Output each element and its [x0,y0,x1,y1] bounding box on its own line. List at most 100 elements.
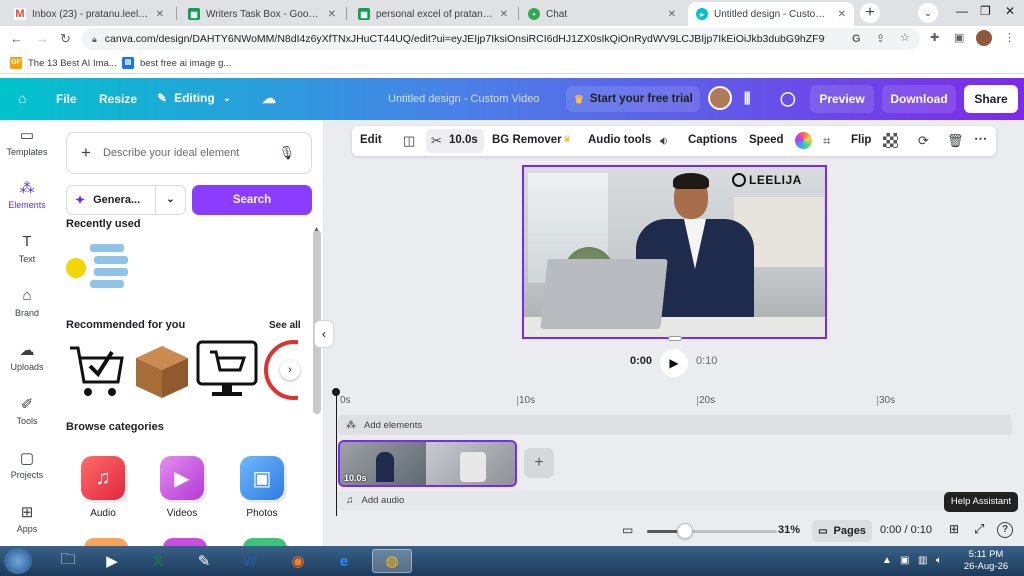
elements-track[interactable] [338,415,1012,435]
system-clock[interactable]: 5:11 PM 26-Aug-26 [956,549,1016,573]
edit-button[interactable]: Edit [360,134,382,146]
element-search-input[interactable]: + Describe your ideal element 🎙︎ [66,132,312,174]
comment-icon[interactable]: ◯ [780,90,796,107]
share-page-icon[interactable]: ⇪ [876,32,885,45]
word-icon[interactable]: W [232,549,268,573]
close-icon[interactable]: ✕ [838,9,846,20]
profile-avatar[interactable] [976,30,992,46]
notes-icon[interactable]: ▭ [622,523,633,537]
excel-icon[interactable]: X [140,549,176,573]
user-avatar[interactable] [708,86,732,110]
side-panel-icon[interactable]: ▣ [954,31,964,44]
file-explorer-icon[interactable]: 🗀︎ [50,549,86,573]
close-icon[interactable]: ✕ [328,9,336,20]
fullscreen-icon[interactable]: ⤢ [974,521,984,537]
new-tab-button[interactable]: + [860,3,880,23]
notes-app-icon[interactable]: ✎ [186,549,222,573]
tab-canva-design[interactable]: ▸ Untitled design - Custom Vide ✕ [688,2,854,26]
rail-item-tools[interactable]: ✐ Tools [0,395,54,426]
reload-icon[interactable]: ↻ [60,31,71,47]
captions-button[interactable]: Captions [688,134,737,146]
forward-arrow-icon[interactable]: → [36,31,49,46]
start-button[interactable] [4,548,32,574]
cloud-saved-icon[interactable]: ☁ [262,90,276,107]
rail-item-projects[interactable]: ▢ Projects [0,449,54,480]
resize-handle[interactable] [668,336,682,341]
chrome-icon[interactable]: ◍ [372,549,412,573]
bg-remover-button[interactable]: BG Remover [492,134,562,146]
search-button[interactable]: Search [192,185,312,215]
split-icon[interactable]: ◫ [403,133,415,149]
trash-icon[interactable]: 🗑︎ [947,133,964,149]
address-bar[interactable]: 🔒︎ canva.com/design/DAHTY6NWoMM/N8dI4z6y… [82,28,920,50]
minimize-icon[interactable]: — [956,4,968,18]
category-audio[interactable]: ♫ Audio [78,456,128,519]
tab-personal-excel[interactable]: ▦ personal excel of pratanu ban ✕ [350,2,516,26]
rail-item-apps[interactable]: ⊞ Apps [0,503,54,534]
scroll-up-icon[interactable]: ▲ [313,226,320,233]
home-icon[interactable]: ⌂ [18,90,26,106]
editing-menu[interactable]: ✎ Editing ⌄ [157,91,231,105]
more-icon[interactable]: ⋯ [974,131,987,147]
network-icon[interactable]: ▥ [918,555,927,566]
add-audio-button[interactable]: ♫ Add audio [346,495,404,506]
chevron-down-icon[interactable]: ⌄ [155,186,185,214]
file-menu[interactable]: File [56,92,77,106]
monitor-cart-icon[interactable] [196,340,260,402]
category-videos[interactable]: ▶ Videos [157,456,207,519]
design-canvas[interactable]: LEELIJA [522,165,827,339]
grid-view-icon[interactable]: ⊞ [949,522,959,536]
close-icon[interactable]: ✕ [500,9,508,20]
cardboard-box-icon[interactable] [132,340,192,400]
free-trial-button[interactable]: ♛ Start your free trial [566,86,700,112]
resize-menu[interactable]: Resize [99,92,137,106]
microphone-icon[interactable]: 🎙︎ [278,145,295,161]
volume-icon[interactable]: 🔉︎ [660,133,668,149]
restore-icon[interactable]: ❐ [980,4,991,18]
design-title[interactable]: Untitled design - Custom Video [388,93,539,105]
refresh-icon[interactable]: ⟳ [918,133,929,149]
add-clip-button[interactable]: + [524,448,554,478]
color-wheel-icon[interactable] [795,132,812,149]
google-icon[interactable]: G [852,33,861,45]
preview-button[interactable]: Preview [810,85,874,113]
internet-explorer-icon[interactable]: e [326,549,362,573]
media-player-icon[interactable]: ▶ [94,549,130,573]
download-button[interactable]: Download [882,85,956,113]
rail-item-elements[interactable]: ⁂ Elements [0,179,54,210]
zoom-slider[interactable] [647,530,777,533]
recent-element-thumbnail[interactable] [64,242,130,294]
close-icon[interactable]: ✕ [156,9,164,20]
see-all-link[interactable]: See all [269,320,301,331]
play-button[interactable]: ▶ [660,349,688,377]
volume-tray-icon[interactable]: 🔈︎ [936,555,942,566]
flip-button[interactable]: Flip [851,134,871,146]
crop-icon[interactable]: ⌗ [823,133,830,149]
speed-button[interactable]: Speed [749,134,784,146]
generate-dropdown[interactable]: ✦ Genera... ⌄ [66,185,186,215]
bookmark-item[interactable]: ▤ best free ai image g... [122,57,231,69]
tab-writers-task-box[interactable]: ▦ Writers Task Box - Google Shee ✕ [180,2,344,26]
help-icon[interactable]: ? [997,522,1013,538]
shopping-cart-check-icon[interactable] [66,340,126,402]
insights-icon[interactable]: ⫼ [744,90,750,107]
chevron-right-icon[interactable]: › [280,360,300,380]
audio-track[interactable] [338,491,1012,510]
add-elements-button[interactable]: ⁂ Add elements [346,420,422,431]
window-close-icon[interactable]: ✕ [1005,4,1015,18]
video-clip[interactable]: 10.0s [338,440,517,487]
extensions-icon[interactable]: ✚ [930,31,939,44]
pages-button[interactable]: ▭ Pages [812,520,872,542]
collapse-panel-button[interactable]: ‹ [314,320,334,348]
back-arrow-icon[interactable]: ← [10,31,23,46]
tray-expand-icon[interactable]: ▲ [882,555,892,566]
bookmark-item[interactable]: GF The 13 Best AI Ima... [10,57,117,69]
bookmark-star-icon[interactable]: ☆ [900,31,910,44]
category-photos[interactable]: ▣ Photos [237,456,287,519]
tab-search-button[interactable]: ⌄ [918,3,938,23]
share-button[interactable]: Share [964,85,1018,113]
close-icon[interactable]: ✕ [668,9,676,20]
rail-item-templates[interactable]: ▭ Templates [0,126,54,157]
tab-chat[interactable]: • Chat ✕ [520,2,684,26]
transparency-icon[interactable] [883,133,898,148]
